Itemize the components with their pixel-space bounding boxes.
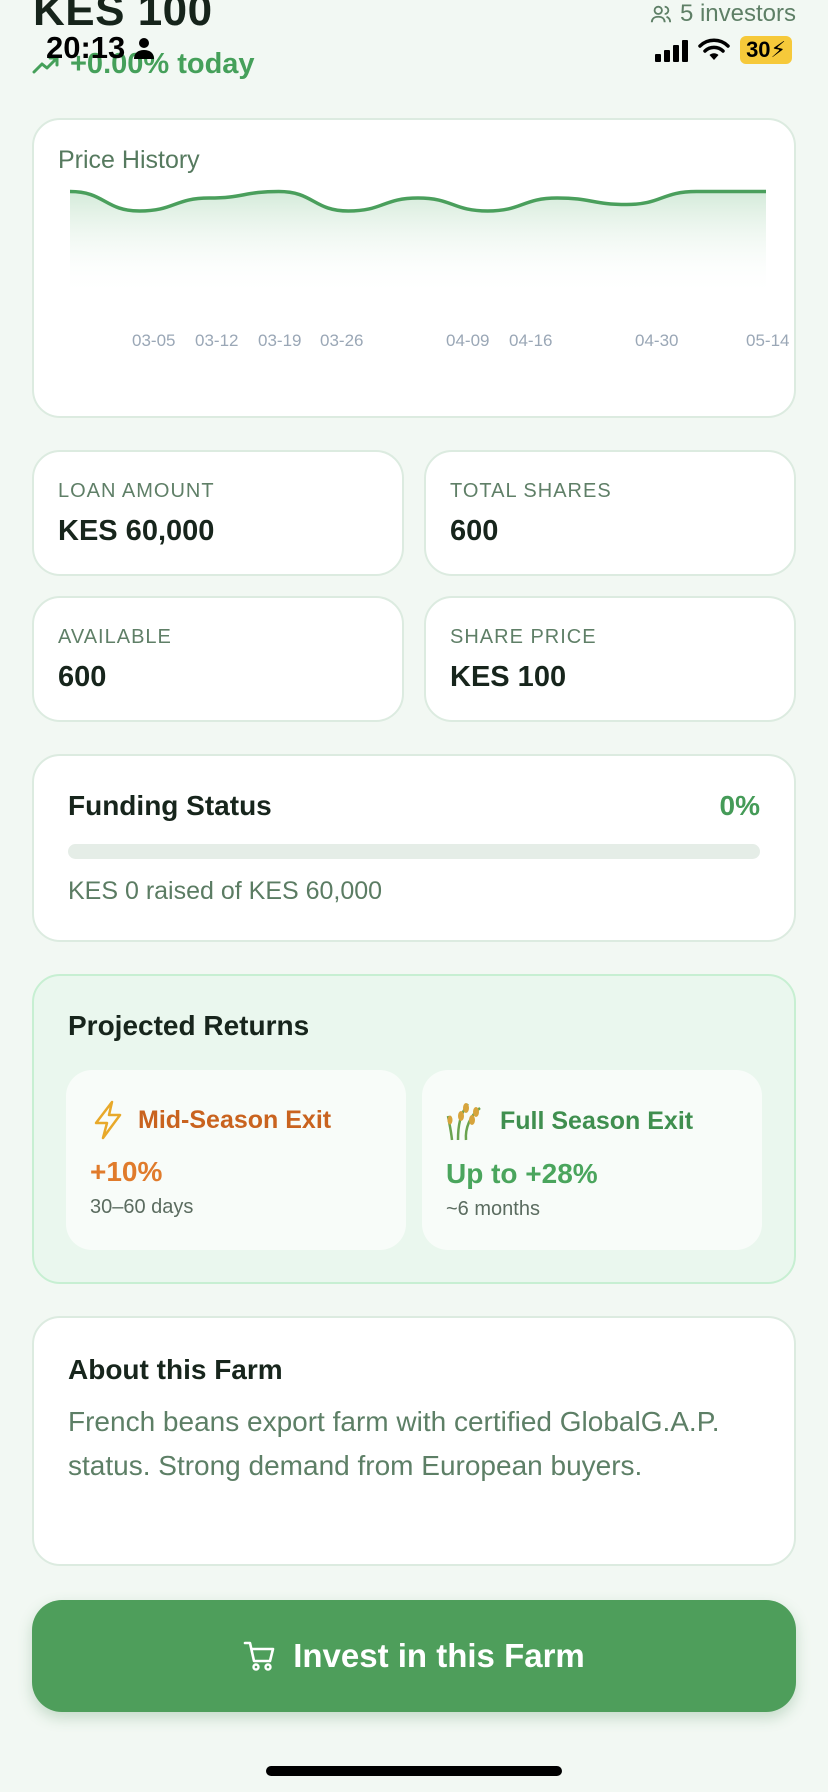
home-indicator: [266, 1766, 562, 1776]
mid-season-value: +10%: [90, 1156, 163, 1187]
battery-level: 30: [746, 37, 771, 62]
x-tick-label: 03-05: [132, 331, 175, 350]
mid-season-duration: 30–60 days: [90, 1196, 194, 1218]
funding-progress-bar: [68, 844, 760, 859]
battery-icon: 30⚡: [740, 36, 792, 64]
total-shares-value: 600: [450, 515, 499, 547]
status-time-text: 20:13: [46, 30, 126, 65]
full-season-value: Up to +28%: [446, 1158, 598, 1189]
person-icon: [134, 38, 155, 59]
x-tick-label: 03-19: [258, 331, 301, 350]
status-indicators: 30⚡: [655, 36, 792, 64]
share-price-label: SHARE PRICE: [450, 626, 597, 648]
full-season-label: Full Season Exit: [500, 1106, 694, 1135]
available-label: AVAILABLE: [58, 626, 172, 648]
invest-button-label: Invest in this Farm: [293, 1637, 585, 1674]
price-area: [70, 191, 766, 296]
total-shares-label: TOTAL SHARES: [450, 480, 612, 502]
investors-text: 5 investors: [679, 0, 796, 27]
price-history-card: Price History 03-05 03-12 03-19 03-26 04-09 0…: [32, 118, 796, 418]
available-value: 600: [58, 661, 107, 693]
rice-icon: [446, 1103, 481, 1141]
about-farm-title: About this Farm: [68, 1354, 283, 1385]
funding-status-title: Funding Status: [68, 790, 272, 821]
projected-returns-title: Projected Returns: [68, 1010, 310, 1041]
share-price-value: KES 100: [450, 661, 567, 693]
x-tick-label: 04-30: [635, 331, 678, 350]
wifi-icon: [698, 38, 730, 60]
full-season-exit-card: Full Season Exit Up to +28% ~6 months: [422, 1070, 762, 1250]
x-tick-label: 04-09: [446, 331, 489, 350]
price-history-chart: 03-05 03-12 03-19 03-26 04-09 04-16 04-30 05-14: [69, 189, 789, 350]
mid-season-exit-card: Mid-Season Exit +10% 30–60 days: [66, 1070, 406, 1250]
cart-icon: [243, 1641, 275, 1671]
lightning-icon: [94, 1100, 122, 1140]
mid-season-header: Mid-Season Exit: [90, 1100, 382, 1140]
about-farm-text: French beans export farm with certified …: [68, 1406, 720, 1481]
full-season-duration: ~6 months: [446, 1198, 540, 1220]
mid-season-label: Mid-Season Exit: [138, 1105, 332, 1134]
x-tick-label: 05-14: [746, 331, 789, 350]
signal-icon: [655, 38, 689, 62]
investors-count: 5 investors: [650, 0, 796, 28]
loan-amount-card: LOAN AMOUNT KES 60,000: [32, 450, 404, 576]
funding-status-card: Funding Status 0% KES 0 raised of KES 60…: [32, 754, 796, 942]
funding-percent: 0%: [719, 790, 760, 821]
projected-returns-card: Projected Returns Mid-Season Exit +10% 3…: [32, 974, 796, 1284]
x-tick-label: 03-26: [320, 331, 363, 350]
about-farm-card: About this Farm French beans export farm…: [32, 1316, 796, 1566]
loan-amount-value: KES 60,000: [58, 515, 215, 547]
x-tick-label: 03-12: [195, 331, 238, 350]
invest-button[interactable]: Invest in this Farm: [32, 1600, 796, 1712]
loan-amount-label: LOAN AMOUNT: [58, 480, 215, 502]
full-season-header: Full Season Exit: [446, 1100, 738, 1142]
x-tick-label: 04-16: [509, 331, 552, 350]
users-icon: [650, 5, 672, 23]
total-shares-card: TOTAL SHARES 600: [424, 450, 796, 576]
funding-raised-text: KES 0 raised of KES 60,000: [68, 877, 383, 905]
status-time: 20:13: [46, 30, 155, 66]
share-price-card: SHARE PRICE KES 100: [424, 596, 796, 722]
available-card: AVAILABLE 600: [32, 596, 404, 722]
